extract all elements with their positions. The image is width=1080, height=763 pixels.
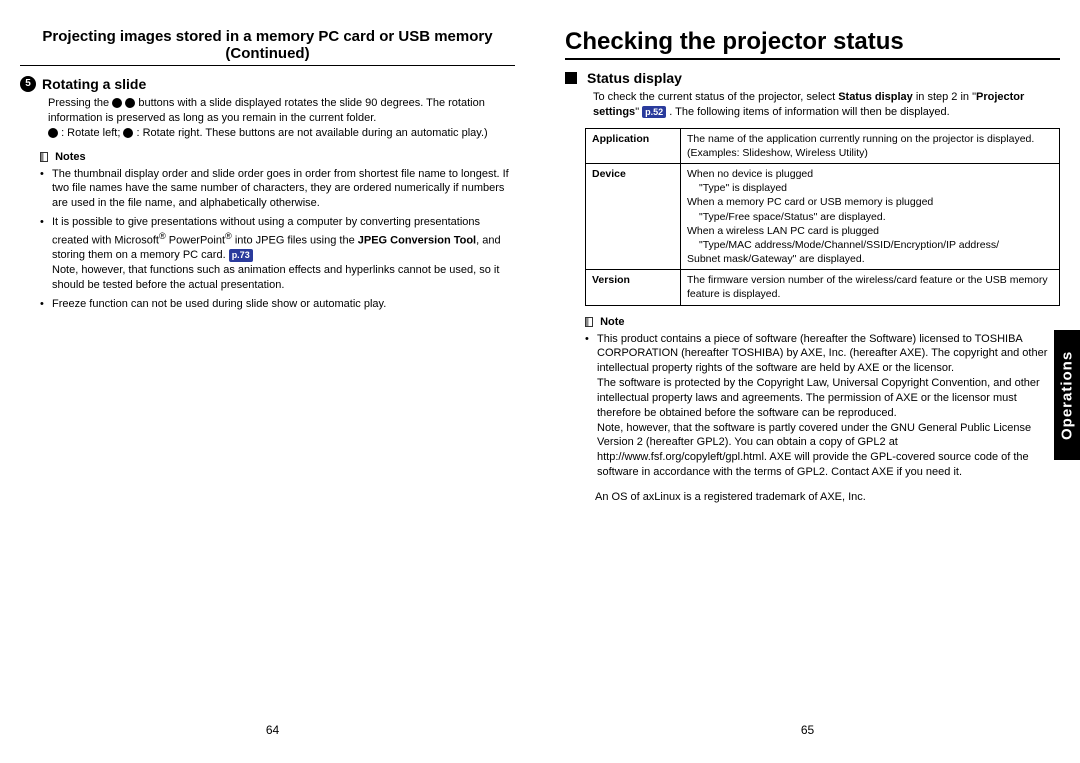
table-row: Device When no device is plugged "Type" … (586, 164, 1060, 270)
note-icon (585, 317, 593, 327)
note-item: It is possible to give presentations wit… (40, 215, 515, 293)
note-item: Freeze function can not be used during s… (40, 297, 515, 312)
section-heading: Status display (565, 70, 1060, 86)
step-body: Pressing the buttons with a slide displa… (20, 96, 515, 141)
page-number: 64 (266, 723, 279, 737)
note-item: The thumbnail display order and slide or… (40, 167, 515, 212)
note-list: This product contains a piece of softwar… (565, 332, 1060, 480)
table-key: Version (586, 270, 681, 305)
step-body-text: Pressing the (48, 97, 112, 109)
side-tab: Operations (1054, 330, 1080, 460)
continued-title: Projecting images stored in a memory PC … (20, 28, 515, 66)
down-button-icon (125, 98, 135, 108)
table-row: Version The firmware version number of t… (586, 270, 1060, 305)
intro-text: To check the current status of the proje… (565, 90, 1060, 120)
step-number-icon: 5 (20, 76, 36, 92)
step-body-text: : Rotate left; (61, 127, 123, 139)
page-number: 65 (801, 723, 814, 737)
note-label: Note (600, 316, 624, 328)
down-button-icon (123, 128, 133, 138)
square-bullet-icon (565, 72, 577, 84)
notes-label: Notes (55, 151, 86, 163)
page-ref-icon: p.52 (642, 106, 666, 118)
step-heading: 5 Rotating a slide (20, 76, 515, 92)
step-title: Rotating a slide (42, 76, 146, 92)
left-page: Projecting images stored in a memory PC … (20, 28, 525, 743)
table-value: The firmware version number of the wirel… (681, 270, 1060, 305)
page-ref-icon: p.73 (229, 249, 253, 261)
notes-list: The thumbnail display order and slide or… (20, 167, 515, 312)
step-body-text: : Rotate right. These buttons are not av… (137, 127, 488, 139)
note-item: This product contains a piece of softwar… (585, 332, 1060, 480)
trademark-text: An OS of axLinux is a registered tradema… (595, 490, 1060, 505)
table-value: The name of the application currently ru… (681, 128, 1060, 163)
notes-heading: Notes (40, 151, 515, 163)
up-button-icon (112, 98, 122, 108)
table-value: When no device is plugged "Type" is disp… (681, 164, 1060, 270)
table-key: Device (586, 164, 681, 270)
table-row: Application The name of the application … (586, 128, 1060, 163)
section-title: Status display (587, 70, 682, 86)
note-icon (40, 152, 48, 162)
right-page: Checking the projector status Status dis… (555, 28, 1060, 743)
status-table: Application The name of the application … (585, 128, 1060, 306)
table-key: Application (586, 128, 681, 163)
up-button-icon (48, 128, 58, 138)
note-heading: Note (585, 316, 1060, 328)
page-title: Checking the projector status (565, 28, 1060, 60)
